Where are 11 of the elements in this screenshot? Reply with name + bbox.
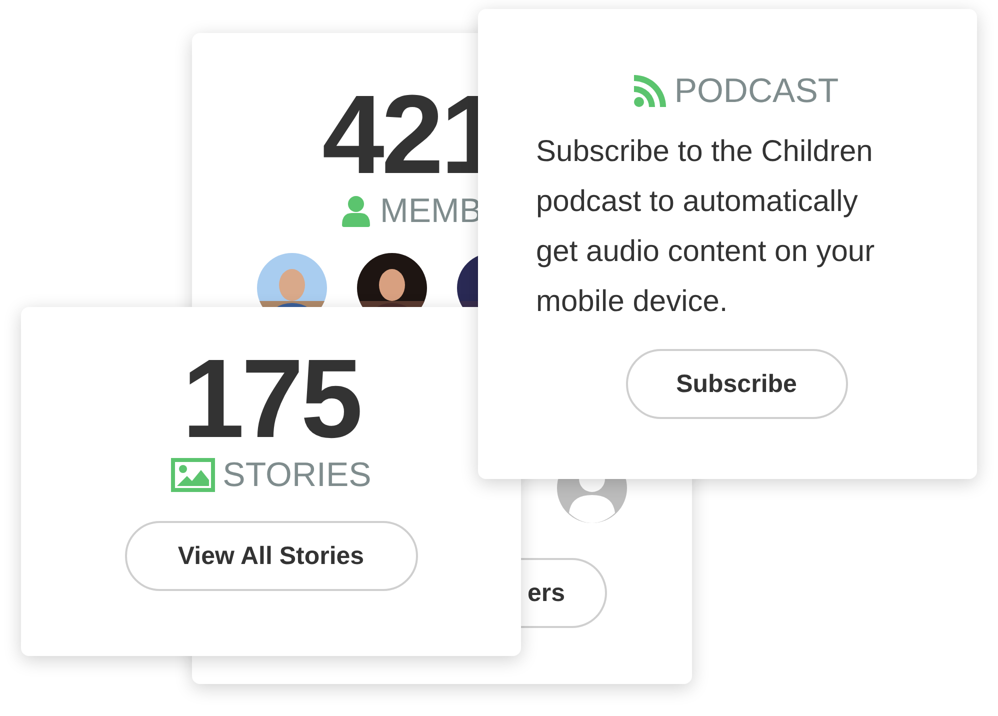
image-icon bbox=[170, 458, 215, 492]
members-label: MEMB bbox=[380, 191, 482, 231]
view-all-stories-button[interactable]: View All Stories bbox=[124, 521, 418, 591]
person-icon bbox=[340, 195, 372, 227]
story-count: 175 bbox=[182, 349, 360, 449]
rss-icon bbox=[634, 75, 666, 107]
podcast-description: Subscribe to the Children podcast to automatically get audio content on your mobile device. bbox=[536, 134, 876, 320]
subscribe-button[interactable]: Subscribe bbox=[626, 349, 848, 419]
view-members-button[interactable]: ers bbox=[520, 558, 607, 628]
podcast-label: PODCAST bbox=[674, 71, 839, 111]
stories-label: STORIES bbox=[222, 455, 372, 495]
